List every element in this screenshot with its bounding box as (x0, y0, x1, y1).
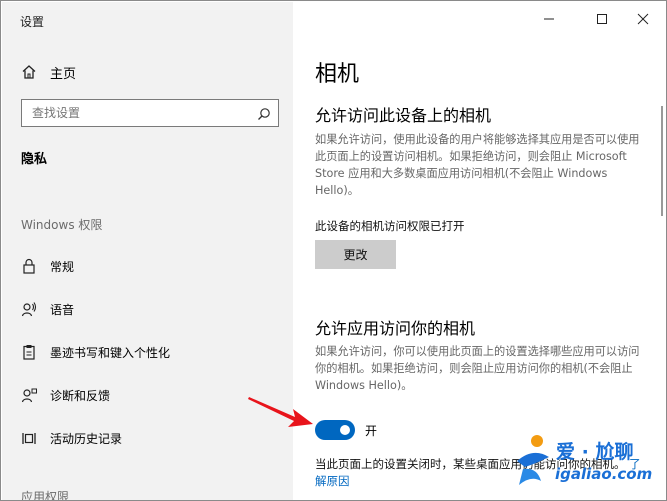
nav-home-label: 主页 (50, 66, 77, 82)
device-access-status: 此设备的相机访问权限已打开 (315, 219, 465, 233)
minimize-button[interactable] (535, 7, 563, 31)
scrollbar[interactable] (661, 106, 663, 216)
toggle-knob (340, 425, 350, 435)
lock-icon (20, 257, 38, 275)
sidebar-item-inking[interactable]: 墨迹书写和键入个性化 (20, 341, 170, 363)
sidebar-item-label: 墨迹书写和键入个性化 (50, 345, 171, 360)
sidebar-item-general[interactable]: 常规 (20, 255, 74, 277)
watermark-url: igaliao.com (555, 465, 653, 483)
change-button[interactable]: 更改 (315, 240, 396, 269)
sidebar-item-activity-history[interactable]: 活动历史记录 (20, 427, 122, 449)
search-input[interactable] (22, 100, 242, 126)
history-icon (20, 429, 38, 447)
speech-icon (20, 300, 38, 318)
close-icon (637, 10, 649, 29)
home-icon (20, 63, 38, 81)
nav-home[interactable]: 主页 (20, 60, 76, 84)
minimize-icon (543, 10, 555, 29)
section-privacy: 隐私 (21, 152, 48, 167)
camera-access-toggle[interactable] (315, 420, 355, 440)
app-access-description: 如果允许访问，你可以使用此页面上的设置选择哪些应用可以访问你的相机。如果拒绝访问… (315, 345, 640, 392)
window-title: 设置 (20, 15, 45, 29)
feedback-icon (20, 386, 38, 404)
sidebar-item-diagnostics[interactable]: 诊断和反馈 (20, 384, 110, 406)
clipboard-icon (20, 343, 38, 361)
watermark-text: 爱 · 尬聊 (556, 441, 634, 463)
page-title: 相机 (315, 62, 360, 87)
search-icon[interactable] (257, 106, 271, 120)
sidebar-item-label: 活动历史记录 (50, 431, 123, 446)
settings-window: 设置 主页 隐私 Windows 权限 常规 语音 (0, 0, 667, 501)
maximize-icon (596, 10, 608, 29)
toggle-state-label: 开 (365, 424, 378, 438)
sidebar-item-label: 常规 (50, 259, 75, 274)
maximize-button[interactable] (588, 7, 616, 31)
app-access-heading: 允许应用访问你的相机 (315, 319, 476, 338)
annotation-arrow-icon (247, 394, 317, 434)
sidebar-item-label: 语音 (50, 302, 75, 317)
watermark-logo: 爱 · 尬聊 igaliao.com (511, 433, 661, 495)
close-button[interactable] (629, 7, 657, 31)
person-logo-icon (517, 435, 549, 485)
section-app-permissions: 应用权限 (21, 490, 70, 501)
sidebar-item-speech[interactable]: 语音 (20, 298, 74, 320)
section-windows-permissions: Windows 权限 (21, 218, 103, 232)
sidebar-item-label: 诊断和反馈 (50, 388, 111, 403)
device-access-heading: 允许访问此设备上的相机 (315, 106, 492, 125)
main-content: 相机 允许访问此设备上的相机 如果允许访问，使用此设备的用户将能够选择其应用是否… (293, 2, 666, 500)
search-box[interactable] (21, 99, 279, 127)
device-access-description: 如果允许访问，使用此设备的用户将能够选择其应用是否可以使用此页面上的设置访问相机… (315, 133, 640, 197)
